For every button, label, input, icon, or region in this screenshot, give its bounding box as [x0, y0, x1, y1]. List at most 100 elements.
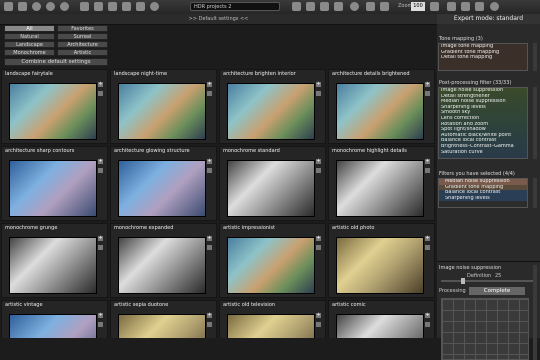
preset-thumbnail[interactable] — [9, 314, 97, 338]
category-favorites[interactable]: Favorites — [57, 25, 108, 32]
info-icon[interactable] — [425, 322, 430, 327]
preset-tile[interactable]: artistic sepia duotone + — [110, 300, 217, 338]
category-all[interactable]: All — [4, 25, 55, 32]
add-favorite-icon[interactable]: + — [425, 82, 430, 87]
info-icon[interactable] — [316, 245, 321, 250]
preset-tile[interactable]: monochrome expanded + — [110, 223, 217, 298]
post-filter-item[interactable]: Saturation curve — [439, 150, 527, 156]
add-favorite-icon[interactable]: + — [98, 82, 103, 87]
zoom-stepper-icon[interactable] — [430, 2, 439, 11]
save-icon[interactable] — [18, 2, 27, 11]
preset-thumbnail[interactable] — [227, 83, 315, 140]
add-favorite-icon[interactable]: + — [316, 159, 321, 164]
preset-thumbnail[interactable] — [336, 83, 424, 140]
info-icon[interactable] — [207, 91, 212, 96]
info-icon[interactable] — [316, 168, 321, 173]
preset-thumbnail[interactable] — [118, 160, 206, 217]
add-favorite-icon[interactable]: + — [316, 236, 321, 241]
add-favorite-icon[interactable]: + — [207, 236, 212, 241]
info-icon[interactable] — [98, 168, 103, 173]
definition-value[interactable]: 25 — [495, 273, 501, 279]
category-natural[interactable]: Natural — [4, 33, 55, 40]
preset-thumbnail[interactable] — [227, 160, 315, 217]
info-icon[interactable] — [207, 245, 212, 250]
fullscreen-icon[interactable] — [380, 2, 389, 11]
settings-scrollbar[interactable] — [533, 265, 537, 360]
category-landscape[interactable]: Landscape — [4, 41, 55, 48]
preset-tile[interactable]: architecture brighten interior + — [219, 69, 326, 144]
combine-default-settings-button[interactable]: Combine default settings — [4, 58, 108, 66]
processing-select[interactable]: Complete — [469, 287, 525, 295]
brush-icon[interactable] — [108, 2, 117, 11]
fit-icon[interactable] — [366, 2, 375, 11]
info-icon[interactable] — [98, 91, 103, 96]
info-icon[interactable] — [207, 322, 212, 327]
preset-thumbnail[interactable] — [227, 314, 315, 338]
add-favorite-icon[interactable]: + — [98, 159, 103, 164]
add-favorite-icon[interactable]: + — [98, 313, 103, 318]
preset-thumbnail[interactable] — [336, 237, 424, 294]
preset-tile[interactable]: architecture details brightened + — [328, 69, 435, 144]
info-icon[interactable] — [425, 91, 430, 96]
preset-tile[interactable]: artistic old photo + — [328, 223, 435, 298]
image-icon[interactable] — [80, 2, 89, 11]
expert-mode-button[interactable]: Expert mode: standard — [437, 14, 540, 24]
preset-thumbnail[interactable] — [336, 314, 424, 338]
add-favorite-icon[interactable]: + — [425, 236, 430, 241]
category-artistic[interactable]: Artistic — [57, 49, 108, 56]
info-icon[interactable] — [316, 91, 321, 96]
add-favorite-icon[interactable]: + — [425, 159, 430, 164]
preset-tile[interactable]: artistic impressionist + — [219, 223, 326, 298]
preset-tile[interactable]: architecture sharp contours + — [1, 146, 108, 221]
info-icon[interactable] — [425, 168, 430, 173]
selected-filter-item[interactable]: Sharpening levels — [439, 195, 527, 202]
info-icon[interactable] — [150, 2, 159, 11]
definition-slider[interactable] — [441, 278, 533, 284]
add-favorite-icon[interactable]: + — [207, 82, 212, 87]
category-surreal[interactable]: Surreal — [57, 33, 108, 40]
preset-tile[interactable]: monochrome highlight details + — [328, 146, 435, 221]
project-dropdown[interactable]: HDR projects 2 — [190, 2, 280, 11]
preset-thumbnail[interactable] — [9, 237, 97, 294]
view-dual-icon[interactable] — [475, 2, 484, 11]
open-icon[interactable] — [4, 2, 13, 11]
tone-mapping-scrollbar[interactable] — [533, 43, 537, 71]
zoom-value[interactable]: 100 — [411, 2, 425, 11]
category-architecture[interactable]: Architecture — [57, 41, 108, 48]
help-icon[interactable] — [490, 2, 499, 11]
redo-icon[interactable] — [46, 2, 55, 11]
export-icon[interactable] — [334, 2, 343, 11]
preset-tile[interactable]: monochrome grunge + — [1, 223, 108, 298]
preset-tile[interactable]: artistic vintage + — [1, 300, 108, 338]
info-icon[interactable] — [207, 168, 212, 173]
view-split-icon[interactable] — [461, 2, 470, 11]
preset-thumbnail[interactable] — [227, 237, 315, 294]
preset-thumbnail[interactable] — [118, 314, 206, 338]
preset-tile[interactable]: artistic old television + — [219, 300, 326, 338]
category-monochrome[interactable]: Monochrome — [4, 49, 55, 56]
preset-tile[interactable]: artistic comic + — [328, 300, 435, 338]
info-icon[interactable] — [98, 322, 103, 327]
add-favorite-icon[interactable]: + — [425, 313, 430, 318]
info-icon[interactable] — [425, 245, 430, 250]
preset-tile[interactable]: architecture glowing structure + — [110, 146, 217, 221]
grid-icon[interactable] — [306, 2, 315, 11]
preset-thumbnail[interactable] — [9, 83, 97, 140]
post-filter-scrollbar[interactable] — [533, 87, 537, 159]
preset-thumbnail[interactable] — [118, 83, 206, 140]
adjust-icon[interactable] — [292, 2, 301, 11]
add-favorite-icon[interactable]: + — [316, 313, 321, 318]
selected-filters-scrollbar[interactable] — [533, 178, 537, 208]
preset-tile[interactable]: landscape fairytale + — [1, 69, 108, 144]
add-favorite-icon[interactable]: + — [98, 236, 103, 241]
info-icon[interactable] — [98, 245, 103, 250]
preset-tile[interactable]: monochrome standard + — [219, 146, 326, 221]
list-item[interactable]: Detail tone mapping — [439, 55, 527, 61]
preset-thumbnail[interactable] — [336, 160, 424, 217]
undo-icon[interactable] — [32, 2, 41, 11]
preset-thumbnail[interactable] — [118, 237, 206, 294]
bluetooth-icon[interactable] — [350, 2, 359, 11]
slider-handle[interactable] — [461, 278, 465, 284]
add-favorite-icon[interactable]: + — [207, 313, 212, 318]
compare-icon[interactable] — [136, 2, 145, 11]
